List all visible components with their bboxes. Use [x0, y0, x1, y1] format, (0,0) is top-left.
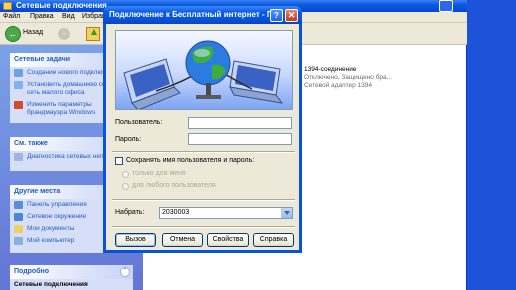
separator	[112, 199, 295, 201]
connect-dialog: Подключение к Бесплатный интернет - П...…	[103, 6, 302, 253]
details-panel: Подробно ˆ Сетевые подключения	[10, 265, 133, 290]
network-places-icon	[14, 213, 23, 221]
dialup-banner-image	[115, 30, 293, 110]
connection-device: Сетевой адаптер 1394	[304, 82, 372, 89]
back-arrow-icon[interactable]: ←	[5, 26, 21, 42]
my-documents-icon	[14, 225, 23, 233]
firewall-icon	[14, 101, 23, 109]
back-button-label[interactable]: Назад	[23, 29, 43, 36]
home-network-icon	[14, 81, 23, 89]
forward-arrow-icon[interactable]: →	[58, 28, 70, 40]
dial-number-select[interactable]: 2030003	[159, 207, 293, 219]
dial-number-value: 2030003	[162, 209, 190, 216]
my-computer-icon	[14, 237, 23, 245]
close-button[interactable]: ✕	[285, 9, 298, 22]
panel-header[interactable]: Подробно ˆ	[10, 265, 133, 279]
separator	[112, 151, 295, 153]
network-globe-icon	[123, 40, 284, 109]
separator	[112, 226, 295, 228]
help-dialog-button[interactable]: Справка	[253, 233, 294, 247]
connection-status: Отключено, Защищено бра...	[304, 74, 393, 81]
username-input[interactable]	[188, 117, 292, 129]
collapse-chevron-icon[interactable]: ˆ	[120, 267, 130, 277]
explorer-title: Сетевые подключения	[16, 1, 107, 10]
save-credentials-checkbox[interactable]	[115, 157, 123, 165]
dial-button[interactable]: Вызов	[115, 233, 156, 247]
save-credentials-label[interactable]: Сохранять имя пользователя и пароль:	[126, 157, 254, 164]
dial-label: Набрать:	[115, 209, 145, 216]
menu-view[interactable]: Вид	[62, 13, 75, 20]
dialog-title: Подключение к Бесплатный интернет - П...	[109, 10, 280, 19]
radio-only-me-label[interactable]: только для меня	[132, 170, 186, 177]
username-label: Пользователь:	[115, 119, 163, 126]
dialog-titlebar[interactable]: Подключение к Бесплатный интернет - П...…	[103, 6, 302, 24]
explorer-close-button[interactable]	[439, 0, 453, 12]
diagnostics-icon	[14, 153, 23, 161]
new-connection-icon	[14, 69, 23, 77]
radio-anyone[interactable]	[122, 183, 129, 190]
radio-anyone-label[interactable]: для любого пользователя	[132, 182, 216, 189]
password-label: Пароль:	[115, 136, 142, 143]
folder-up-icon[interactable]	[86, 27, 100, 41]
radio-only-me[interactable]	[122, 171, 129, 178]
properties-button[interactable]: Свойства	[207, 233, 249, 247]
cancel-button[interactable]: Отмена	[162, 233, 203, 247]
password-input[interactable]	[188, 133, 292, 145]
chevron-down-icon[interactable]	[281, 208, 292, 218]
menu-edit[interactable]: Правка	[30, 13, 54, 20]
help-button[interactable]: ?	[270, 9, 283, 22]
control-panel-icon	[14, 201, 23, 209]
folder-icon	[3, 2, 12, 10]
details-title: Сетевые подключения	[14, 281, 88, 288]
connection-name: 1394-соединение	[304, 66, 357, 73]
menu-file[interactable]: Файл	[3, 13, 20, 20]
